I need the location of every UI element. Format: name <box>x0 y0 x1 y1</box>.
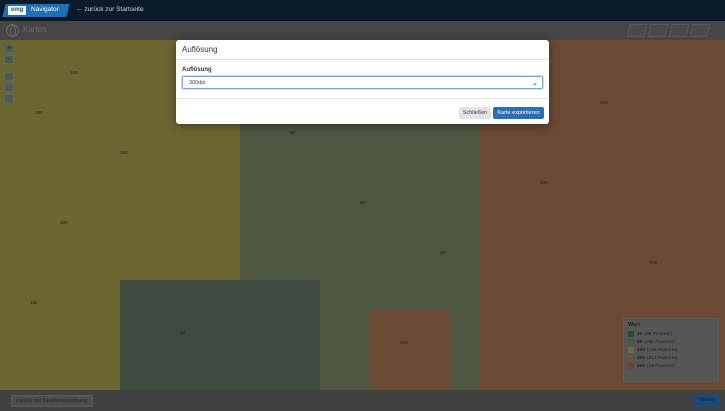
page-title: Karten <box>23 25 47 34</box>
settings-icon[interactable] <box>4 94 14 103</box>
globe-tool-icon[interactable] <box>647 24 669 37</box>
resolution-label: Auflösung <box>182 67 212 73</box>
legend-value: 50 <box>637 339 643 345</box>
legend-item: 50 (286 Postorte) <box>628 339 714 345</box>
map-label: 400 <box>600 100 608 105</box>
legend-item: 180 (156 Postorte) <box>628 347 714 353</box>
brand-emg-badge: emg <box>8 6 27 15</box>
globe-icon <box>6 24 19 37</box>
legend-value: 550 <box>637 363 646 369</box>
map-region-10 <box>120 280 320 390</box>
legend-swatch <box>628 347 634 353</box>
legend-detail: (217 Postorte) <box>647 355 678 361</box>
legend-swatch <box>628 355 634 361</box>
map-label: 400 <box>540 180 548 185</box>
next-button[interactable]: Weiter <box>694 394 720 407</box>
export-modal: Auflösung Auflösung 300dpi ⌄ Schließen K… <box>176 40 549 124</box>
legend-detail: (286 Postorte) <box>644 339 675 345</box>
map-label: 180 <box>120 150 128 155</box>
resolution-select-value: 300dpi <box>189 80 206 86</box>
zoom-in-button[interactable]: + <box>4 44 14 53</box>
legend-detail: (98 Postorte) <box>644 331 673 337</box>
chart-tool-icon[interactable] <box>668 24 690 37</box>
modal-title: Auflösung <box>182 45 218 54</box>
legend-detail: (156 Postorte) <box>647 347 678 353</box>
map-label: 50 <box>180 330 186 335</box>
modal-header: Auflösung <box>176 40 549 60</box>
layers-icon[interactable] <box>4 83 14 92</box>
map-label: 180 <box>30 300 38 305</box>
legend-value: 180 <box>637 347 646 353</box>
back-to-start-label: zurück zur Startseite <box>84 6 144 13</box>
map-label: 180 <box>70 70 78 75</box>
brand-navigator-label: Navigator <box>31 6 59 13</box>
close-button[interactable]: Schließen <box>459 107 491 119</box>
resolution-select[interactable]: 300dpi ⌄ <box>182 76 543 89</box>
map-label: 400 <box>650 260 658 265</box>
zoom-out-button[interactable]: − <box>4 55 14 64</box>
map-label: 50 <box>290 130 296 135</box>
legend-item: 10 (98 Postorte) <box>628 331 714 337</box>
legend-swatch <box>628 363 634 369</box>
chevron-down-icon: ⌄ <box>532 80 538 87</box>
map-legend: Wert 10 (98 Postorte) 50 (286 Postorte) … <box>623 318 719 382</box>
map-label: 180 <box>35 110 43 115</box>
page-footer <box>0 390 725 411</box>
map-label: 180 <box>60 220 68 225</box>
extra-options-button[interactable]: … <box>689 24 711 37</box>
legend-item: 400 (217 Postorte) <box>628 355 714 361</box>
back-to-column-mapping-button[interactable]: zurück zur Spaltenzuordnung <box>11 395 93 407</box>
legend-detail: (19 Postorte) <box>647 363 675 369</box>
map-label: 50 <box>360 200 366 205</box>
modal-divider <box>176 98 549 99</box>
fullscreen-icon[interactable] <box>4 72 14 81</box>
legend-value: 400 <box>637 355 646 361</box>
legend-title: Wert <box>628 322 641 328</box>
map-region-400-south <box>370 310 450 390</box>
map-label: 400 <box>400 340 408 345</box>
map-label: 50 <box>440 250 446 255</box>
back-to-start-link[interactable]: ← zurück zur Startseite <box>76 5 144 15</box>
legend-swatch <box>628 339 634 345</box>
legend-item: 550 (19 Postorte) <box>628 363 714 369</box>
legend-swatch <box>628 331 634 337</box>
page-header <box>0 21 725 40</box>
export-map-button[interactable]: Karte exportieren <box>493 107 544 119</box>
map-toolbar: … … <box>626 24 711 37</box>
more-options-button[interactable]: … <box>626 24 648 37</box>
legend-value: 10 <box>637 331 643 337</box>
